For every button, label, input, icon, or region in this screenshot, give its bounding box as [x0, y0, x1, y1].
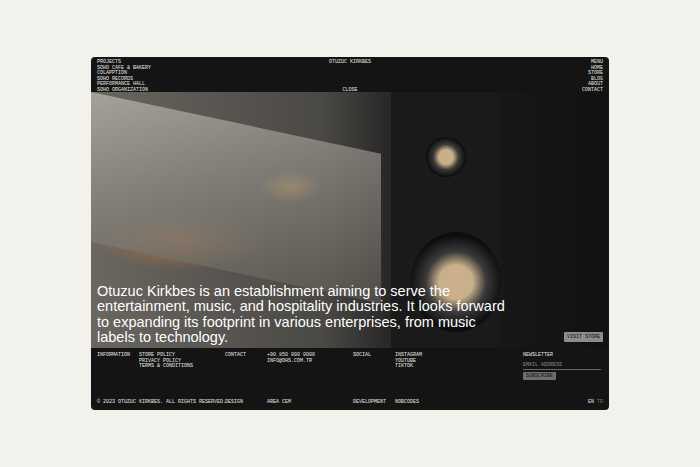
top-menu: PROJECTS SOHO CAFE & BAKERYCOLAPPTIONSOH… — [91, 57, 609, 92]
subscribe-button[interactable]: SUBSCRIBE — [523, 372, 556, 380]
language-option[interactable]: EN — [588, 400, 594, 406]
footer-links: +90 850 000 0000INFO@OHS.COM.TR — [267, 353, 353, 380]
footer-columns: INFORMATION STORE POLICYPRIVACY POLICYTE… — [97, 353, 603, 380]
language-option[interactable]: TR — [597, 400, 603, 406]
visit-store-button[interactable]: VISIT STORE — [564, 332, 603, 342]
newsletter: NEWSLETTER SUBSCRIBE — [523, 353, 603, 380]
footer: INFORMATION STORE POLICYPRIVACY POLICYTE… — [91, 348, 609, 410]
footer-link[interactable]: INFO@OHS.COM.TR — [267, 359, 353, 365]
projects-list: PROJECTS SOHO CAFE & BAKERYCOLAPPTIONSOH… — [97, 60, 266, 94]
copyright: © 2023 OTUZUC KIRKBES. ALL RIGHTS RESERV… — [97, 400, 225, 406]
brand-area: OTUZUC KIRKBES CLOSE — [266, 60, 435, 94]
language-switch: ENTR — [523, 400, 603, 406]
footer-label: SOCIAL — [353, 353, 395, 380]
newsletter-label: NEWSLETTER — [523, 353, 553, 359]
page: PROJECTS SOHO CAFE & BAKERYCOLAPPTIONSOH… — [0, 0, 700, 467]
cassette-deck-shape — [91, 92, 381, 304]
footer-link[interactable]: TIKTOK — [395, 364, 523, 370]
footer-link[interactable]: YOUTUBE — [395, 359, 523, 365]
footer-label: INFORMATION — [97, 353, 139, 380]
credit-label: DESIGN — [225, 400, 267, 406]
credit-label: DEVELOPMENT — [353, 400, 395, 406]
email-input[interactable] — [523, 361, 601, 370]
brand-logo[interactable]: OTUZUC KIRKBES — [329, 60, 371, 66]
footer-links: STORE POLICYPRIVACY POLICYTERMS & CONDIT… — [139, 353, 225, 380]
footer-links: INSTAGRAMYOUTUBETIKTOK — [395, 353, 523, 380]
credit-value[interactable]: NOBCODES — [395, 400, 523, 406]
hero-text: Otuzuc Kirkbes is an establishment aimin… — [97, 284, 517, 346]
menu-list: MENU HOMESTOREBLOGABOUTCONTACT — [434, 60, 603, 94]
site-card: PROJECTS SOHO CAFE & BAKERYCOLAPPTIONSOH… — [91, 57, 609, 410]
footer-bottom: © 2023 OTUZUC KIRKBES. ALL RIGHTS RESERV… — [97, 400, 603, 406]
footer-link[interactable]: TERMS & CONDITIONS — [139, 364, 225, 370]
credit-value[interactable]: AREA CEM — [267, 400, 353, 406]
hero: Otuzuc Kirkbes is an establishment aimin… — [91, 92, 609, 348]
footer-label: CONTACT — [225, 353, 267, 380]
